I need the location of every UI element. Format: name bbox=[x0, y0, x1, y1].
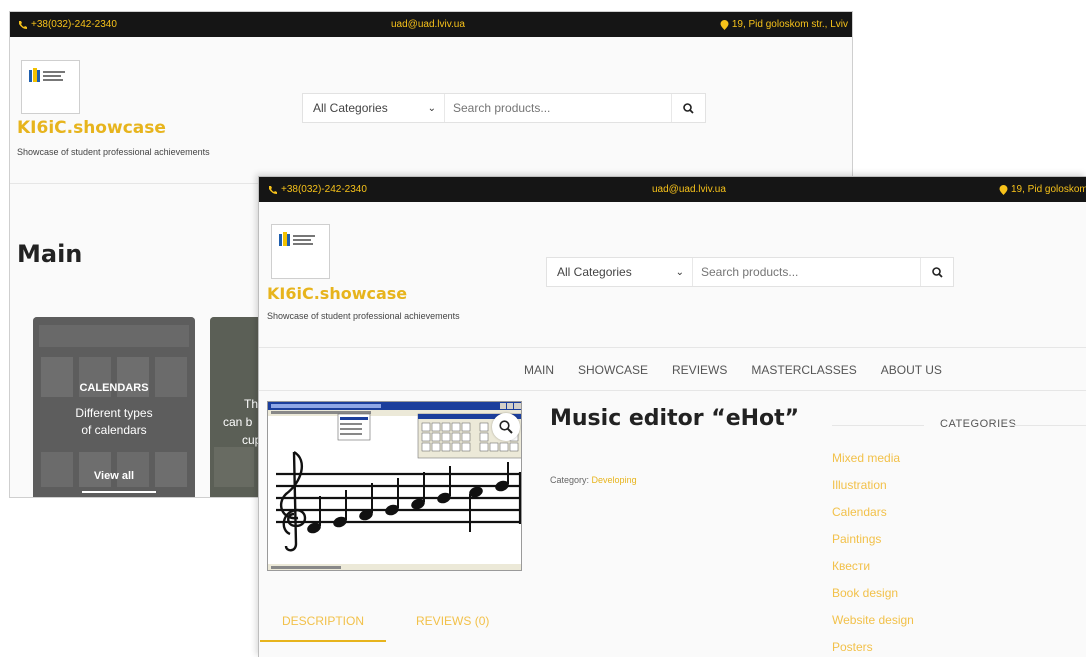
address-link[interactable]: 19, Pid goloskom str., Lviv bbox=[720, 19, 848, 30]
category-select[interactable]: All Categories ⌄ bbox=[547, 258, 693, 286]
email-text: uad@uad.lviv.ua bbox=[652, 184, 726, 195]
search-bar: All Categories ⌄ bbox=[302, 93, 706, 123]
email-link[interactable]: uad@uad.lviv.ua bbox=[391, 19, 465, 30]
nav-item-reviews[interactable]: REVIEWS bbox=[672, 363, 727, 377]
category-link-website-design[interactable]: Website design bbox=[832, 607, 914, 634]
categories-heading-rule-right bbox=[1008, 425, 1086, 426]
page-title: Main bbox=[17, 240, 83, 268]
nav-item-showcase[interactable]: SHOWCASE bbox=[578, 363, 648, 377]
product-tabs: DESCRIPTION REVIEWS (0) bbox=[259, 614, 529, 642]
category-link-posters[interactable]: Posters bbox=[832, 634, 914, 657]
category-link-kvesty[interactable]: Квести bbox=[832, 553, 914, 580]
phone-icon bbox=[269, 185, 277, 194]
category-select-value: All Categories bbox=[313, 101, 388, 115]
nav-item-main[interactable]: MAIN bbox=[524, 363, 554, 377]
logo-icon bbox=[22, 61, 79, 113]
search-bar: All Categories ⌄ bbox=[546, 257, 954, 287]
email-text: uad@uad.lviv.ua bbox=[391, 19, 465, 30]
nav-item-masterclasses[interactable]: MASTERCLASSES bbox=[751, 363, 856, 377]
view-all-underline bbox=[82, 491, 156, 493]
search-button[interactable] bbox=[920, 258, 953, 286]
chevron-down-icon: ⌄ bbox=[675, 266, 684, 278]
map-pin-icon bbox=[720, 19, 729, 30]
brand-name[interactable]: KI6iC.showcase bbox=[267, 284, 407, 303]
category-link-paintings[interactable]: Paintings bbox=[832, 526, 914, 553]
top-bar: +38(032)-242-2340 uad@uad.lviv.ua 19, Pi… bbox=[10, 12, 852, 37]
nav-divider bbox=[259, 390, 1086, 391]
category-select-value: All Categories bbox=[557, 265, 632, 279]
product-category: Category: Developing bbox=[550, 475, 637, 485]
logo[interactable] bbox=[271, 224, 330, 279]
address-link[interactable]: 19, Pid goloskom str., Lviv bbox=[999, 184, 1086, 195]
tab-reviews[interactable]: REVIEWS (0) bbox=[416, 614, 489, 642]
brand-name[interactable]: KI6iC.showcase bbox=[17, 118, 166, 138]
product-image[interactable] bbox=[267, 401, 522, 571]
category-link-calendars[interactable]: Calendars bbox=[832, 499, 914, 526]
card-title: CALENDARS bbox=[79, 382, 149, 394]
search-input[interactable] bbox=[445, 94, 671, 122]
categories-heading: CATEGORIES bbox=[940, 418, 1017, 430]
search-icon bbox=[683, 102, 694, 114]
view-all-button[interactable]: View all bbox=[33, 470, 195, 482]
address-text: 19, Pid goloskom str., Lviv bbox=[731, 19, 848, 30]
categories-heading-rule-left bbox=[832, 425, 924, 426]
front-screenshot: +38(032)-242-2340 uad@uad.lviv.ua 19, Pi… bbox=[258, 176, 1086, 657]
header-divider bbox=[259, 347, 1086, 348]
email-link[interactable]: uad@uad.lviv.ua bbox=[652, 184, 726, 195]
logo[interactable] bbox=[21, 60, 80, 114]
categories-list: Mixed media Illustration Calendars Paint… bbox=[832, 445, 914, 657]
category-select[interactable]: All Categories ⌄ bbox=[303, 94, 445, 122]
music-editor-screenshot bbox=[268, 402, 521, 570]
phone-text: +38(032)-242-2340 bbox=[31, 19, 117, 30]
search-button[interactable] bbox=[671, 94, 705, 122]
chevron-down-icon: ⌄ bbox=[427, 102, 436, 114]
category-link-mixed-media[interactable]: Mixed media bbox=[832, 445, 914, 472]
card-subtitle: Different types of calendars bbox=[75, 406, 153, 437]
category-link-book-design[interactable]: Book design bbox=[832, 580, 914, 607]
phone-text: +38(032)-242-2340 bbox=[281, 184, 367, 195]
phone-link[interactable]: +38(032)-242-2340 bbox=[268, 184, 367, 195]
address-text: 19, Pid goloskom str., Lviv bbox=[1011, 184, 1086, 195]
category-card-calendars[interactable]: CALENDARS Different types of calendars V… bbox=[33, 317, 195, 497]
nav-item-about-us[interactable]: ABOUT US bbox=[881, 363, 942, 377]
product-title: Music editor “eHot” bbox=[550, 406, 800, 431]
zoom-button[interactable] bbox=[492, 413, 520, 441]
zoom-icon bbox=[499, 420, 513, 434]
main-nav: MAIN SHOWCASE REVIEWS MASTERCLASSES ABOU… bbox=[524, 363, 942, 377]
product-category-link[interactable]: Developing bbox=[592, 475, 637, 485]
tab-description[interactable]: DESCRIPTION bbox=[260, 614, 387, 642]
phone-link[interactable]: +38(032)-242-2340 bbox=[18, 19, 117, 30]
phone-icon bbox=[19, 20, 27, 29]
product-category-label: Category: bbox=[550, 475, 590, 485]
category-link-illustration[interactable]: Illustration bbox=[832, 472, 914, 499]
tagline: Showcase of student professional achieve… bbox=[267, 311, 460, 321]
search-input[interactable] bbox=[693, 258, 920, 286]
logo-icon bbox=[272, 225, 329, 278]
map-pin-icon bbox=[999, 184, 1008, 195]
search-icon bbox=[931, 266, 943, 278]
tagline: Showcase of student professional achieve… bbox=[17, 147, 210, 157]
top-bar: +38(032)-242-2340 uad@uad.lviv.ua 19, Pi… bbox=[259, 177, 1086, 202]
